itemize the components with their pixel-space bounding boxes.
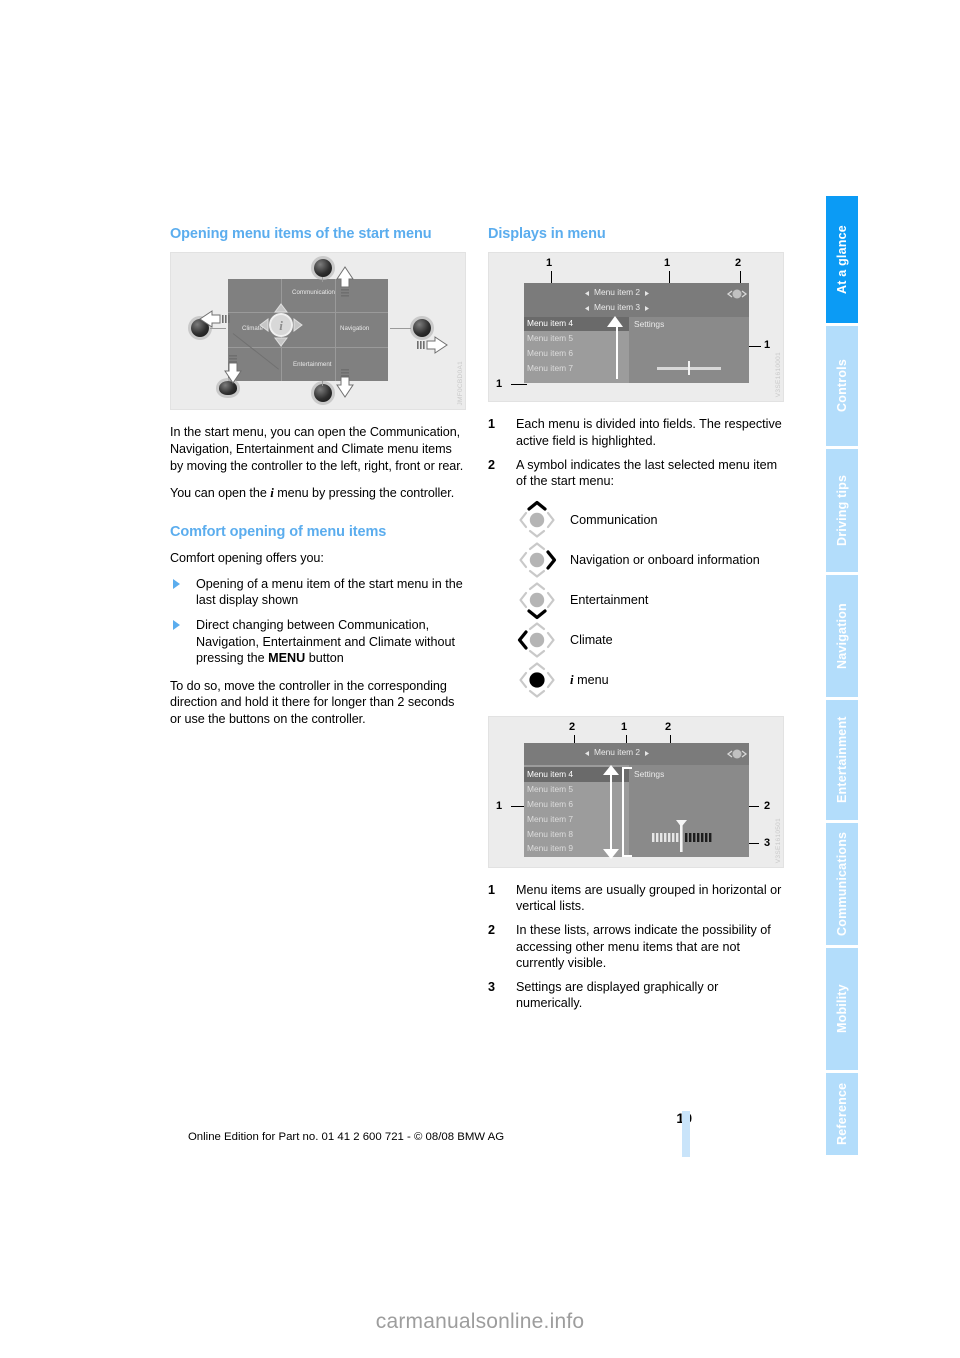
edition-line: Online Edition for Part no. 01 41 2 600 … — [187, 1131, 505, 1143]
tab-communications[interactable]: Communications — [826, 823, 858, 945]
figure-display-lists: 2 1 2 1 2 3 Menu item 2 Menu item 4 Menu… — [488, 715, 784, 868]
paragraph-comfort-howto: To do so, move the controller in the cor… — [170, 678, 455, 726]
symbol-label: Communication — [570, 512, 658, 527]
bullet-text: Opening of a menu item of the start menu… — [196, 576, 463, 608]
legend-text: Each menu is divided into fields. The re… — [516, 417, 782, 448]
legend-list-lists: 1 Menu items are usually grouped in hori… — [488, 882, 784, 1012]
legend-number: 2 — [488, 922, 496, 937]
symbol-row-communication: Communication — [488, 500, 784, 540]
paragraph-comfort-intro: Comfort opening offers you: — [170, 551, 324, 566]
symbol-row-entertainment: Entertainment — [488, 580, 784, 620]
list-item: Direct changing between Communication, N… — [170, 617, 466, 667]
symbol-label: Entertainment — [570, 592, 649, 607]
list-item: 2 In these lists, arrows indicate the po… — [488, 922, 784, 972]
site-watermark: carmanualsonline.info — [375, 1310, 585, 1333]
legend-number: 1 — [488, 882, 496, 897]
text-after: menu by pressing the controller. — [273, 486, 455, 501]
comfort-bullet-list: Opening of a menu item of the start menu… — [170, 576, 466, 667]
tab-controls[interactable]: Controls — [826, 326, 858, 446]
menu-button-label: MENU — [268, 651, 306, 666]
controller-left-symbol-icon — [514, 620, 560, 660]
left-column: Opening menu items of the start menu Com… — [170, 226, 466, 739]
list-item: 1 Each menu is divided into fields. The … — [488, 416, 784, 449]
legend-number: 3 — [488, 979, 496, 994]
controller-up-symbol-icon — [514, 500, 560, 540]
heading-opening-menu-items: Opening menu items of the start menu — [170, 226, 432, 242]
legend-text: In these lists, arrows indicate the poss… — [516, 922, 771, 971]
paragraph-start-menu-intro: In the start menu, you can open the Comm… — [170, 425, 464, 473]
legend-number: 2 — [488, 457, 496, 472]
tab-label: Entertainment — [835, 716, 849, 804]
tab-entertainment[interactable]: Entertainment — [826, 700, 858, 820]
bullet-triangle-icon — [173, 619, 180, 630]
tab-label: Navigation — [835, 603, 849, 669]
tab-label: Communications — [835, 831, 849, 937]
figure-code: V3SE1610501 — [775, 817, 782, 863]
footer-accent-bar — [682, 1111, 690, 1157]
symbol-label: i menu — [570, 672, 609, 688]
heading-displays-in-menu: Displays in menu — [488, 226, 606, 242]
paragraph-i-menu: You can open the i menu by pressing the … — [170, 485, 466, 502]
tab-label: Mobility — [835, 984, 849, 1034]
right-column: Displays in menu 1 1 2 1 1 Menu item 2 M… — [488, 226, 784, 1019]
heading-comfort-opening: Comfort opening of menu items — [170, 523, 387, 540]
figure-code: JMF0CBD0A1 — [457, 360, 464, 406]
controller-down-symbol-icon — [514, 580, 560, 620]
symbol-label: Climate — [570, 632, 613, 647]
symbol-row-climate: Climate — [488, 620, 784, 660]
text-before: You can open the — [170, 486, 271, 501]
legend-number: 1 — [488, 417, 496, 432]
figure-start-menu-controller: Communication Climate Navigation Enterta… — [170, 252, 466, 411]
tab-label: At a glance — [835, 225, 849, 294]
tab-label: Reference — [835, 1082, 849, 1146]
bullet-text-after: button — [305, 651, 344, 666]
manual-page: At a glance Controls Driving tips Naviga… — [0, 0, 960, 1358]
tab-at-a-glance[interactable]: At a glance — [826, 196, 858, 323]
bullet-triangle-icon — [173, 578, 180, 589]
legend-list-displays: 1 Each menu is divided into fields. The … — [488, 416, 784, 489]
legend-text: Menu items are usually grouped in horizo… — [516, 882, 782, 914]
figure-code: V3SE1610001 — [775, 352, 782, 398]
legend-text: Settings are displayed graphically or nu… — [516, 979, 719, 1011]
list-item: Opening of a menu item of the start menu… — [170, 576, 466, 609]
tab-label: Controls — [835, 359, 849, 413]
page-number: 19 — [0, 1110, 692, 1126]
controller-press-symbol-icon — [514, 660, 560, 700]
symbol-label: Navigation or onboard information — [570, 552, 760, 567]
list-item: 2 A symbol indicates the last selected m… — [488, 457, 784, 490]
tab-reference[interactable]: Reference — [826, 1073, 858, 1155]
symbol-label-text: menu — [573, 672, 609, 687]
symbol-row-i-menu: i menu — [488, 660, 784, 700]
tab-mobility[interactable]: Mobility — [826, 948, 858, 1070]
section-tab-rail: At a glance Controls Driving tips Naviga… — [826, 196, 858, 1156]
legend-text: A symbol indicates the last selected men… — [516, 457, 778, 489]
symbol-row-navigation: Navigation or onboard information — [488, 540, 784, 580]
controller-symbol-list: Communication Navigation or onboard info… — [488, 500, 784, 700]
list-item: 1 Menu items are usually grouped in hori… — [488, 882, 784, 915]
tab-label: Driving tips — [835, 474, 849, 547]
figure-display-fields: 1 1 2 1 1 Menu item 2 Menu item 3 Menu i… — [488, 252, 784, 403]
list-item: 3 Settings are displayed graphically or … — [488, 979, 784, 1012]
tab-navigation[interactable]: Navigation — [826, 575, 858, 697]
tab-driving-tips[interactable]: Driving tips — [826, 449, 858, 572]
controller-right-symbol-icon — [514, 540, 560, 580]
